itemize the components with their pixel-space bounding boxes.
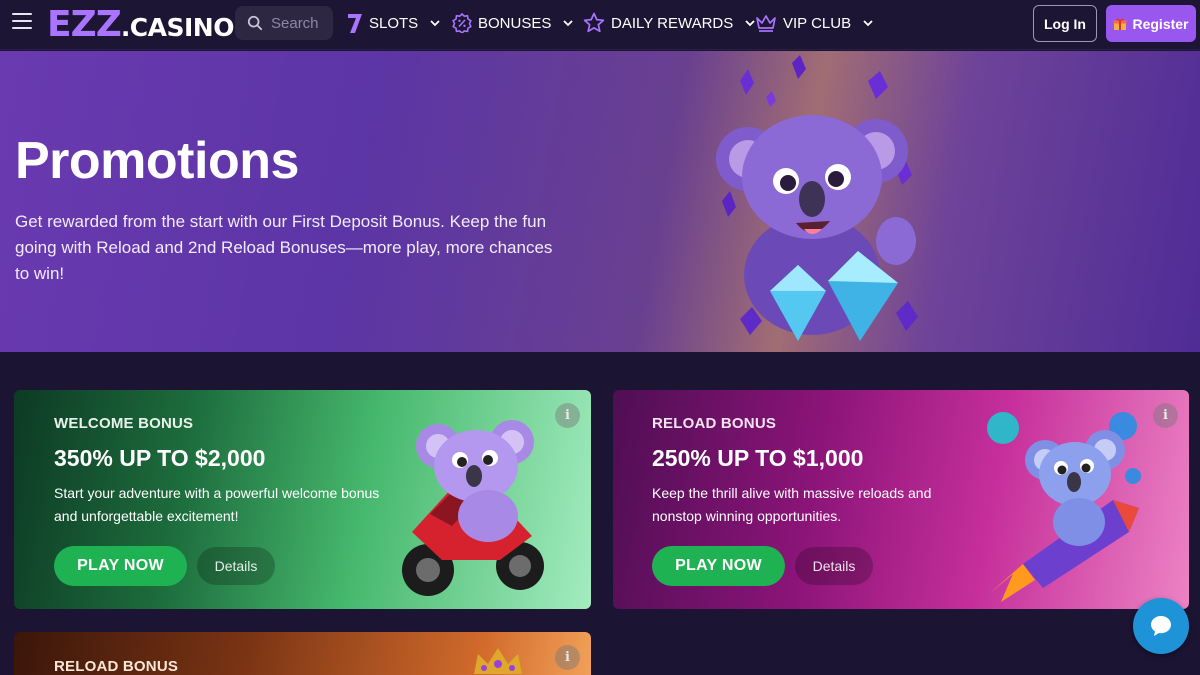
welcome-bonus-card: WELCOME BONUS 350% UP TO $2,000 Start yo…	[14, 390, 591, 609]
login-button[interactable]: Log In	[1033, 5, 1097, 42]
chevron-down-icon	[863, 19, 873, 26]
gift-icon	[1113, 18, 1127, 30]
second-reload-bonus-card: RELOAD BONUS i	[14, 632, 591, 675]
koala-rocket-illustration	[987, 412, 1141, 602]
card-description: Keep the thrill alive with massive reloa…	[652, 485, 932, 524]
nav-vip-club-label: VIP CLUB	[783, 14, 852, 32]
promotions-hero: Promotions Get rewarded from the start w…	[0, 51, 1200, 352]
info-icon[interactable]: i	[555, 645, 580, 670]
nav-daily-rewards[interactable]: DAILY REWARDS	[583, 10, 755, 36]
details-button[interactable]: Details	[795, 547, 873, 585]
live-chat-button[interactable]	[1133, 598, 1189, 654]
reload-bonus-card: RELOAD BONUS 250% UP TO $1,000 Keep the …	[613, 390, 1189, 609]
seven-icon	[348, 14, 362, 33]
chevron-down-icon	[745, 19, 755, 26]
crown-illustration	[474, 648, 522, 674]
koala-gems-illustration	[716, 55, 918, 341]
menu-icon[interactable]	[12, 13, 32, 31]
top-nav-bar: EZZ .CASINO SLOTS BONUSES	[0, 0, 1200, 50]
search-box[interactable]	[235, 6, 333, 40]
nav-slots[interactable]: SLOTS	[347, 10, 440, 36]
card-title: 250% UP TO $1,000	[652, 445, 864, 471]
info-icon[interactable]: i	[555, 403, 580, 428]
chevron-down-icon	[563, 19, 573, 26]
register-label: Register	[1132, 15, 1189, 32]
koala-motorbike-illustration	[402, 420, 544, 596]
star-icon	[583, 12, 605, 33]
register-button[interactable]: Register	[1106, 5, 1196, 42]
nav-vip-club[interactable]: VIP CLUB	[755, 10, 873, 36]
nav-bonuses[interactable]: BONUSES	[452, 10, 573, 36]
card-label: WELCOME BONUS	[54, 415, 194, 432]
ezz-casino-logo[interactable]: EZZ .CASINO	[47, 4, 235, 45]
chat-icon	[1151, 616, 1171, 636]
card-label: RELOAD BONUS	[652, 415, 777, 432]
card-label: RELOAD BONUS	[54, 658, 179, 675]
page-title: Promotions	[15, 132, 299, 190]
chevron-down-icon	[430, 19, 440, 26]
card-description: Start your adventure with a powerful wel…	[54, 485, 380, 524]
hero-description: Get rewarded from the start with our Fir…	[15, 212, 553, 283]
nav-daily-rewards-label: DAILY REWARDS	[611, 14, 734, 32]
details-button[interactable]: Details	[197, 547, 275, 585]
card-title: 350% UP TO $2,000	[54, 445, 266, 471]
logo-casino-text: .CASINO	[120, 13, 235, 42]
nav-bonuses-label: BONUSES	[478, 14, 552, 32]
nav-slots-label: SLOTS	[369, 14, 419, 32]
logo-ezz-text: EZZ	[47, 4, 122, 45]
play-now-button[interactable]: PLAY NOW	[652, 546, 785, 586]
search-icon	[247, 15, 263, 31]
play-now-button[interactable]: PLAY NOW	[54, 546, 187, 586]
crown-icon	[756, 15, 776, 32]
search-input[interactable]	[271, 14, 333, 32]
percent-badge-icon	[452, 13, 472, 33]
